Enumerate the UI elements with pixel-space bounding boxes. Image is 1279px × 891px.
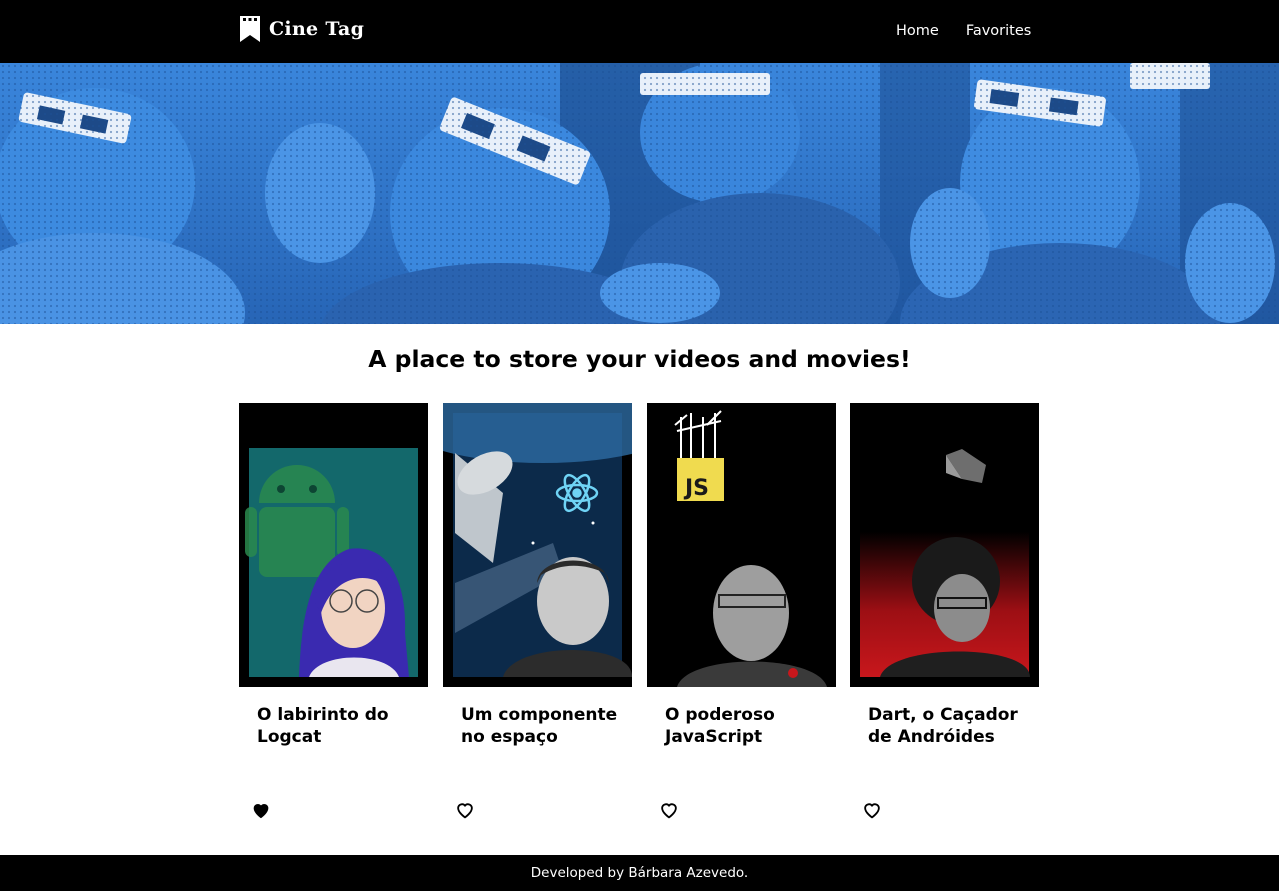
video-card: Dart, o Caçador de Andróides	[850, 403, 1039, 833]
page-headline: A place to store your videos and movies!	[368, 345, 911, 373]
video-title: Dart, o Caçador de Andróides	[868, 705, 1018, 747]
film-bookmark-icon	[240, 16, 260, 42]
footer-credit: Developed by Bárbara Azevedo.	[530, 865, 749, 881]
heart-outline-icon	[457, 803, 473, 819]
video-title: Um componente no espaço	[461, 705, 618, 747]
android-poster-image	[239, 403, 428, 687]
video-title: O labirinto do Logcat	[257, 705, 389, 747]
video-card: O labirinto do Logcat	[239, 403, 428, 833]
dart-poster-image	[850, 403, 1039, 687]
hero-cinema-audience-image	[0, 63, 1279, 324]
nav-home-link[interactable]: Home	[896, 21, 939, 41]
javascript-poster-image: JS	[647, 403, 836, 687]
video-thumbnail[interactable]: JS	[647, 403, 836, 687]
hero-banner	[0, 63, 1279, 324]
nav-favorites-link[interactable]: Favorites	[966, 21, 1032, 41]
video-thumbnail[interactable]	[443, 403, 632, 687]
svg-text:JS: JS	[683, 476, 709, 501]
heart-outline-icon	[661, 803, 677, 819]
favorite-button[interactable]	[454, 799, 476, 821]
main-nav: Home Favorites	[896, 21, 1058, 41]
video-thumbnail[interactable]	[850, 403, 1039, 687]
video-title: O poderoso JavaScript	[665, 705, 775, 747]
page-footer: Developed by Bárbara Azevedo.	[0, 855, 1279, 891]
favorite-button[interactable]	[658, 799, 680, 821]
javascript-icon: JS	[677, 458, 724, 501]
video-card: JS O poderoso JavaScript	[647, 403, 836, 833]
favorite-button[interactable]	[250, 799, 272, 821]
favorite-button[interactable]	[861, 799, 883, 821]
video-card: Um componente no espaço	[443, 403, 632, 833]
video-list: O labirinto do Logcat Um componente no e…	[239, 403, 1039, 833]
logo[interactable]: Cine Tag	[240, 16, 364, 42]
heart-filled-icon	[253, 804, 269, 819]
heart-outline-icon	[864, 803, 880, 819]
logo-text: Cine Tag	[269, 18, 365, 40]
top-header: Cine Tag Home Favorites	[0, 0, 1279, 63]
react-poster-image	[443, 403, 632, 687]
video-thumbnail[interactable]	[239, 403, 428, 687]
